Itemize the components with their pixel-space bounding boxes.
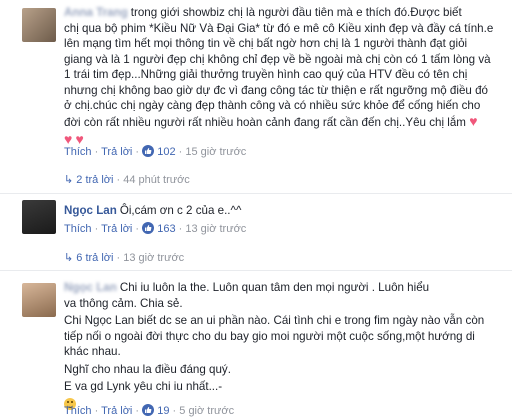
divider xyxy=(0,270,512,271)
like-icon xyxy=(142,222,155,237)
view-replies-link[interactable]: 6 trả lời xyxy=(76,252,113,264)
comment-author[interactable]: Ngọc Lan xyxy=(64,281,117,294)
commenter-avatar[interactable] xyxy=(22,200,56,234)
like-count[interactable]: 163 xyxy=(157,223,175,235)
comment-line: Ngọc Lan Ôi,cám ơn c 2 của e..^^ xyxy=(64,204,242,217)
comment-line: va thông cảm. Chia sẻ. xyxy=(64,296,183,310)
view-replies-row[interactable]: ↳ 6 trả lời · 13 giờ trước xyxy=(64,251,184,264)
like-count[interactable]: 19 xyxy=(157,405,169,417)
commenter-avatar[interactable] xyxy=(22,8,56,42)
comment-line: E va gd Lynk yêu chi iu nhất...- xyxy=(64,380,223,393)
like-link[interactable]: Thích xyxy=(64,223,92,235)
comment-line: đời còn rất nhiều người rất nhiều hoàn c… xyxy=(64,112,478,129)
comment-line: khác nhau. xyxy=(64,345,121,358)
reply-link[interactable]: Trả lời xyxy=(101,405,132,417)
comment-line: 1 trái tim đẹp...Những giải thưởng truyề… xyxy=(64,68,468,81)
replies-timestamp: 13 giờ trước xyxy=(123,252,185,264)
divider xyxy=(0,193,512,194)
comment-2-body: Ngọc Lan Ôi,cám ơn c 2 của e..^^ xyxy=(64,203,504,219)
comment-1-body: Anna Trang trong giới showbiz chị là ngườ… xyxy=(64,5,504,149)
comment-timestamp[interactable]: 5 giờ trước xyxy=(179,405,234,417)
comment-actions: Thích · Trả lời · 102 · 15 giờ trước xyxy=(64,145,247,160)
comment-line: giang và là 1 người đẹp chị không chỉ đẹ… xyxy=(64,52,491,66)
comment-timestamp[interactable]: 15 giờ trước xyxy=(185,146,246,158)
comment-line: Anna Trang trong giới showbiz chị là ngườ… xyxy=(64,6,462,19)
comment-line: Chi Ngọc Lan biết dc se an ui phần nào. … xyxy=(64,314,485,327)
comment-actions: Thích · Trả lời · 19 · 5 giờ trước xyxy=(64,404,235,419)
comment-author[interactable]: Ngọc Lan xyxy=(64,204,117,217)
like-icon xyxy=(142,145,155,160)
comment-actions: Thích · Trả lời · 163 · 13 giờ trước xyxy=(64,222,247,237)
like-icon xyxy=(142,404,155,419)
reply-arrow-icon: ↳ xyxy=(64,252,74,264)
reply-link[interactable]: Trả lời xyxy=(101,146,132,158)
comment-3-body: Ngọc Lan Chi iu luôn la the. Luôn quan tâ… xyxy=(64,280,504,412)
view-replies-row[interactable]: ↳ 2 trả lời · 44 phút trước xyxy=(64,173,190,186)
view-replies-link[interactable]: 2 trả lời xyxy=(76,174,113,186)
comment-line: nhưng chị không bao giờ dự đc vì đang cô… xyxy=(64,83,488,97)
comment-author[interactable]: Anna Trang xyxy=(64,6,128,19)
reply-link[interactable]: Trả lời xyxy=(101,223,132,235)
reply-arrow-icon: ↳ xyxy=(64,174,74,186)
comment-line: Ngọc Lan Chi iu luôn la the. Luôn quan tâ… xyxy=(64,281,430,294)
comment-timestamp[interactable]: 13 giờ trước xyxy=(185,223,246,235)
like-count[interactable]: 102 xyxy=(157,146,175,158)
like-link[interactable]: Thích xyxy=(64,146,92,158)
commenter-avatar[interactable] xyxy=(22,283,56,317)
replies-timestamp: 44 phút trước xyxy=(123,174,190,186)
heart-emoji-icon: ♥ xyxy=(469,112,478,129)
comment-line: lên mạng tìm hết mọi thông tin về chị bấ… xyxy=(64,37,468,50)
comment-line: tiếp nối o ngoài đời thực cho du bay gio… xyxy=(64,329,475,343)
comment-line: Nghĩ cho nhau la điều đáng quý. xyxy=(64,362,231,376)
comment-line: ở chị.chúc chị ngày càng đẹp thành công … xyxy=(64,99,481,112)
like-link[interactable]: Thích xyxy=(64,405,92,417)
comment-line: chị qua bộ phim *Kiều Nữ Và Đại Gia* từ … xyxy=(64,21,494,35)
